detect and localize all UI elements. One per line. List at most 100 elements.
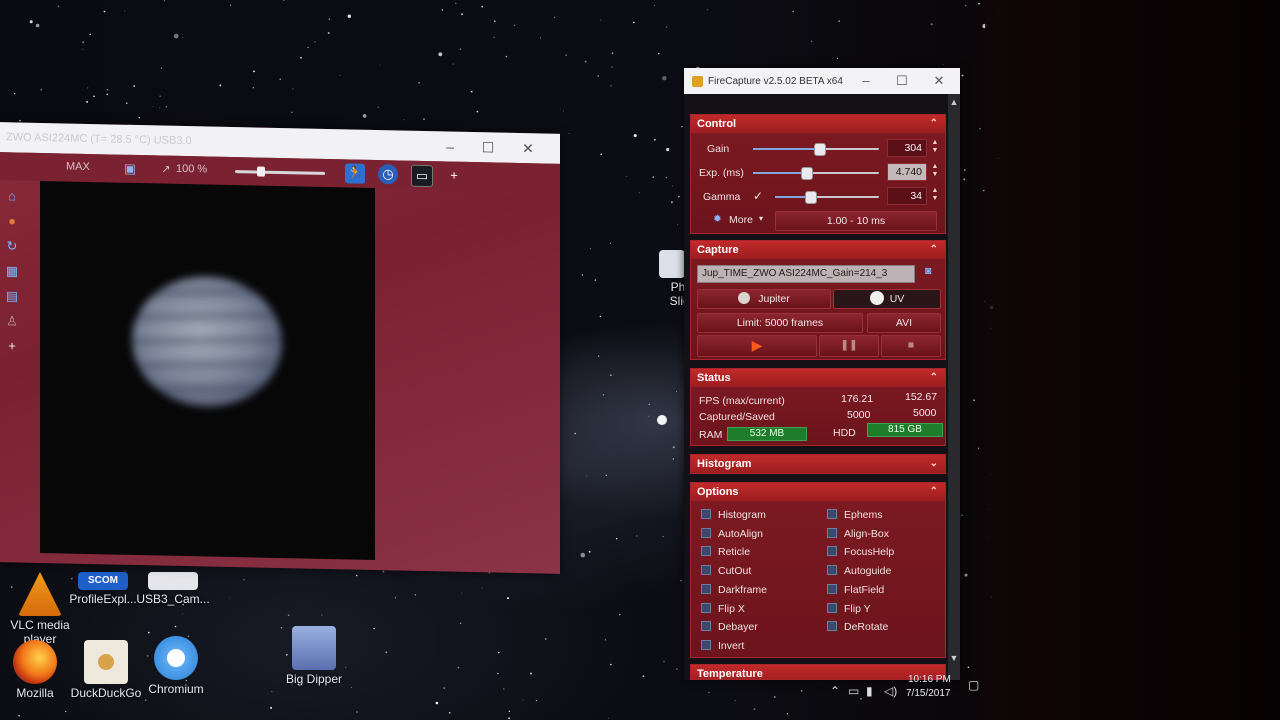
desktop-icon-mozilla[interactable]: Mozilla xyxy=(0,640,75,700)
zoom-slider-knob[interactable] xyxy=(257,166,265,177)
option-checkbox[interactable]: Flip X xyxy=(701,602,745,615)
exposure-slider[interactable] xyxy=(753,167,879,180)
close-button[interactable]: ✕ xyxy=(512,137,544,160)
stop-button[interactable]: ■ xyxy=(881,335,941,357)
chevron-down-icon[interactable]: ▾ xyxy=(759,214,763,223)
gamma-value[interactable]: 34 xyxy=(887,187,927,205)
checkbox-icon[interactable] xyxy=(701,527,711,538)
checkbox-icon[interactable] xyxy=(701,509,711,519)
battery-icon[interactable]: ▭ xyxy=(848,684,859,698)
camera-preview-canvas[interactable] xyxy=(40,180,375,560)
camera-icon[interactable]: ◙ xyxy=(925,265,931,277)
option-checkbox[interactable]: DeRotate xyxy=(827,621,888,633)
pause-button[interactable]: ❚❚ xyxy=(819,335,879,357)
planet-icon[interactable]: ● xyxy=(4,213,20,229)
plus-icon[interactable]: + xyxy=(444,165,464,185)
option-checkbox[interactable]: FocusHelp xyxy=(827,546,894,558)
option-checkbox[interactable]: AutoAlign xyxy=(701,527,763,540)
option-checkbox[interactable]: FlatField xyxy=(827,583,884,596)
scroll-down-icon[interactable]: ▼ xyxy=(948,652,960,664)
checkbox-icon[interactable] xyxy=(701,565,711,576)
firecapture-scrollbar[interactable]: ▲ ▼ xyxy=(948,94,960,680)
option-checkbox[interactable]: Invert xyxy=(701,639,744,652)
max-button[interactable]: MAX xyxy=(66,161,90,173)
terminal-icon[interactable]: ▭ xyxy=(411,164,433,188)
collapse-chevron-icon[interactable]: ⌃ xyxy=(930,241,938,259)
object-selector[interactable]: Jupiter xyxy=(697,289,831,309)
control-panel-header[interactable]: Control ⌃ xyxy=(691,115,945,133)
option-checkbox[interactable]: Debayer xyxy=(701,621,758,633)
refresh-icon[interactable]: ↻ xyxy=(4,238,20,254)
desktop-icon-big-dipper[interactable]: Big Dipper xyxy=(274,626,354,686)
collapse-chevron-icon[interactable]: ⌃ xyxy=(930,483,938,501)
option-checkbox[interactable]: Autoguide xyxy=(827,565,891,577)
scroll-up-icon[interactable]: ▲ xyxy=(948,96,960,108)
checkbox-icon[interactable] xyxy=(827,621,837,632)
firecapture-window[interactable]: FireCapture v2.5.02 BETA x64 – ☐ ✕ ▲ ▼ C… xyxy=(684,68,960,680)
histogram-panel-header[interactable]: Histogram ⌄ xyxy=(691,455,945,473)
option-checkbox[interactable]: Flip Y xyxy=(827,602,871,615)
gain-slider-knob[interactable] xyxy=(814,143,826,156)
maximize-button[interactable]: ☐ xyxy=(888,70,916,92)
option-checkbox[interactable]: Darkframe xyxy=(701,583,767,596)
checkbox-icon[interactable] xyxy=(827,565,837,576)
gamma-slider-knob[interactable] xyxy=(805,191,817,204)
running-man-icon[interactable]: 🏃 xyxy=(345,163,365,184)
option-checkbox[interactable]: Reticle xyxy=(701,546,750,558)
camera-preview-window[interactable]: ZWO ASI224MC (T= 28.5 °C) USB3.0 – ☐ ✕ M… xyxy=(0,122,560,574)
checkbox-icon[interactable] xyxy=(827,509,837,519)
option-checkbox[interactable]: CutOut xyxy=(701,565,751,577)
desktop-icon-chromium[interactable]: Chromium xyxy=(136,636,216,696)
desktop-icon-duckduckgo[interactable]: DuckDuckGo xyxy=(66,640,146,700)
start-capture-button[interactable]: ▶ xyxy=(697,335,817,357)
minimize-button[interactable]: – xyxy=(434,135,466,158)
option-checkbox[interactable]: Ephems xyxy=(827,509,883,521)
checkbox-icon[interactable] xyxy=(701,583,711,594)
minimize-button[interactable]: – xyxy=(852,70,880,92)
network-icon[interactable]: ▮ xyxy=(866,684,873,698)
option-checkbox[interactable]: Align-Box xyxy=(827,527,889,540)
capture-filename-field[interactable]: Jup_TIME_ZWO ASI224MC_Gain=214_3 xyxy=(697,265,915,283)
desktop-icon-usb3-camera[interactable]: USB3_Cam... xyxy=(133,572,213,606)
exposure-value[interactable]: 4.740 xyxy=(887,163,927,181)
capture-panel-header[interactable]: Capture ⌃ xyxy=(691,241,945,259)
expand-chevron-icon[interactable]: ⌄ xyxy=(930,455,938,473)
checkbox-icon[interactable] xyxy=(827,602,837,613)
checkbox-icon[interactable] xyxy=(827,546,837,557)
desktop-icon-profile-explorer[interactable]: SCOM ProfileExpl... xyxy=(63,572,143,606)
volume-icon[interactable]: ◁) xyxy=(884,684,897,698)
gain-value[interactable]: 304 xyxy=(887,139,927,157)
gain-slider[interactable] xyxy=(753,143,879,156)
chat-icon[interactable]: ▤ xyxy=(4,288,20,304)
checkbox-icon[interactable] xyxy=(701,546,711,557)
checkbox-icon[interactable] xyxy=(701,602,711,613)
clock-time[interactable]: 10:16 PM xyxy=(908,674,951,685)
zoom-level[interactable]: 100 % xyxy=(176,163,207,176)
person-icon[interactable]: ♙ xyxy=(4,313,20,329)
add-icon[interactable]: + xyxy=(4,338,20,354)
collapse-chevron-icon[interactable]: ⌃ xyxy=(930,115,938,133)
exposure-slider-knob[interactable] xyxy=(801,167,813,180)
clock-icon[interactable]: ◷ xyxy=(378,164,398,185)
screen-icon[interactable]: ▣ xyxy=(120,159,140,179)
status-panel-header[interactable]: Status ⌃ xyxy=(691,369,945,387)
zoom-slider[interactable] xyxy=(235,166,325,177)
checkbox-icon[interactable] xyxy=(827,527,837,538)
firecapture-titlebar[interactable]: FireCapture v2.5.02 BETA x64 – ☐ ✕ xyxy=(684,68,960,94)
filter-selector[interactable]: UV xyxy=(833,289,941,309)
checkbox-icon[interactable] xyxy=(701,621,711,632)
checkbox-icon[interactable] xyxy=(701,639,711,650)
clock-date[interactable]: 7/15/2017 xyxy=(906,688,951,699)
notification-icon[interactable]: ▢ xyxy=(968,678,979,692)
checkbox-icon[interactable] xyxy=(827,583,837,594)
gamma-slider[interactable] xyxy=(775,191,879,204)
collapse-chevron-icon[interactable]: ⌃ xyxy=(930,369,938,387)
frame-limit-button[interactable]: Limit: 5000 frames xyxy=(697,313,863,333)
option-checkbox[interactable]: Histogram xyxy=(701,509,766,521)
exposure-range-selector[interactable]: 1.00 - 10 ms xyxy=(775,211,937,231)
gamma-checkbox[interactable]: ✓ xyxy=(753,189,763,203)
gain-spinner-icon[interactable]: ▲ ▼ xyxy=(931,139,939,155)
home-icon[interactable]: ⌂ xyxy=(4,188,20,204)
format-button[interactable]: AVI xyxy=(867,313,941,333)
options-panel-header[interactable]: Options ⌃ xyxy=(691,483,945,501)
